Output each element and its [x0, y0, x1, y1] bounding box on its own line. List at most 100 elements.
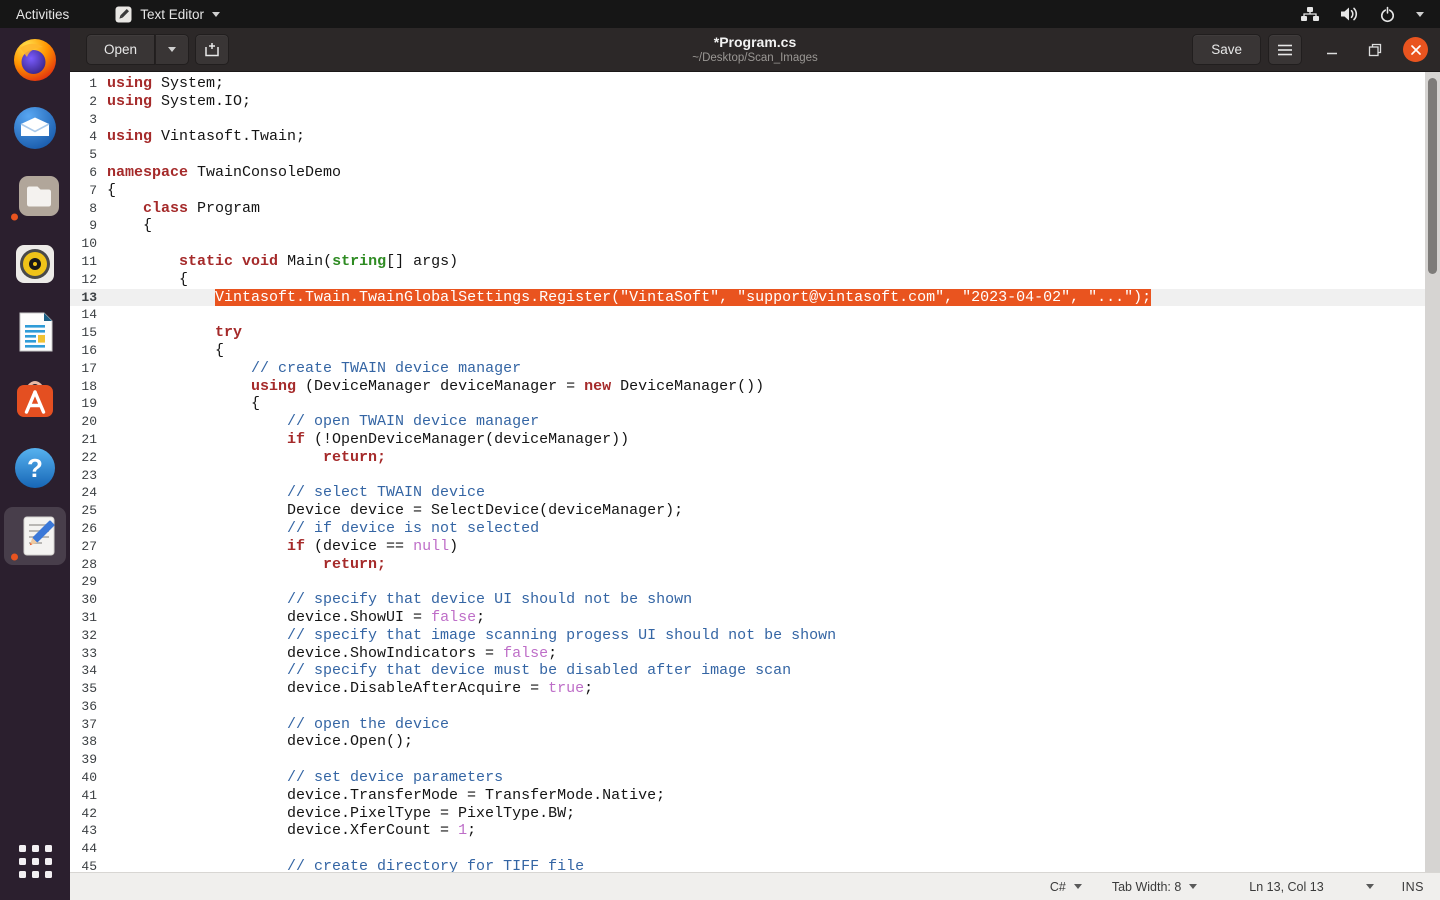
code-content: device.PixelType = PixelType.BW; [103, 805, 575, 823]
power-icon [1379, 6, 1396, 23]
code-line-41[interactable]: 41 device.TransferMode = TransferMode.Na… [70, 787, 1440, 805]
code-line-17[interactable]: 17 // create TWAIN device manager [70, 360, 1440, 378]
code-content: // specify that device UI should not be … [103, 591, 692, 609]
code-line-6[interactable]: 6namespace TwainConsoleDemo [70, 164, 1440, 182]
code-line-45[interactable]: 45 // create directory for TIFF file [70, 858, 1440, 872]
code-line-14[interactable]: 14 [70, 306, 1440, 324]
code-line-19[interactable]: 19 { [70, 395, 1440, 413]
line-number: 29 [70, 573, 103, 591]
minimize-button[interactable] [1319, 37, 1345, 63]
code-line-22[interactable]: 22 return; [70, 449, 1440, 467]
line-number: 23 [70, 467, 103, 485]
code-line-9[interactable]: 9 { [70, 217, 1440, 235]
code-content: class Program [103, 200, 260, 218]
system-status-area[interactable] [1300, 0, 1440, 28]
code-line-29[interactable]: 29 [70, 573, 1440, 591]
activities-button[interactable]: Activities [0, 0, 85, 28]
goto-line-dropdown[interactable] [1366, 884, 1374, 889]
code-line-12[interactable]: 12 { [70, 271, 1440, 289]
code-line-31[interactable]: 31 device.ShowUI = false; [70, 609, 1440, 627]
code-content: device.ShowUI = false; [103, 609, 485, 627]
dock-item-thunderbird[interactable] [0, 104, 70, 152]
dock-item-firefox[interactable] [0, 36, 70, 84]
menu-button[interactable] [1268, 34, 1302, 65]
open-split-button: Open [86, 34, 189, 65]
code-content: try [103, 324, 242, 342]
code-line-5[interactable]: 5 [70, 146, 1440, 164]
app-menu-button[interactable]: Text Editor [107, 0, 228, 28]
files-icon [15, 172, 63, 220]
code-line-42[interactable]: 42 device.PixelType = PixelType.BW; [70, 805, 1440, 823]
code-line-10[interactable]: 10 [70, 235, 1440, 253]
code-content: // open TWAIN device manager [103, 413, 539, 431]
cursor-position-label: Ln 13, Col 13 [1249, 880, 1323, 894]
maximize-button[interactable] [1362, 37, 1388, 63]
code-line-4[interactable]: 4using Vintasoft.Twain; [70, 128, 1440, 146]
new-document-button[interactable] [195, 34, 229, 65]
cursor-position[interactable]: Ln 13, Col 13 [1249, 880, 1323, 894]
code-line-8[interactable]: 8 class Program [70, 200, 1440, 218]
code-line-21[interactable]: 21 if (!OpenDeviceManager(deviceManager)… [70, 431, 1440, 449]
code-line-32[interactable]: 32 // specify that image scanning proges… [70, 627, 1440, 645]
vertical-scrollbar[interactable] [1425, 72, 1440, 872]
svg-text:?: ? [27, 453, 43, 483]
code-content: device.Open(); [103, 733, 413, 751]
code-line-13[interactable]: 13 Vintasoft.Twain.TwainGlobalSettings.R… [70, 289, 1440, 307]
code-line-36[interactable]: 36 [70, 698, 1440, 716]
code-line-39[interactable]: 39 [70, 751, 1440, 769]
code-line-44[interactable]: 44 [70, 840, 1440, 858]
dock-item-files[interactable] [0, 172, 70, 220]
gedit-icon [15, 512, 63, 560]
dock-item-rhythmbox[interactable] [0, 240, 70, 288]
dock-item-text-editor[interactable] [0, 512, 70, 560]
code-line-20[interactable]: 20 // open TWAIN device manager [70, 413, 1440, 431]
code-line-1[interactable]: 1using System; [70, 75, 1440, 93]
code-line-34[interactable]: 34 // specify that device must be disabl… [70, 662, 1440, 680]
tab-width-selector[interactable]: Tab Width: 8 [1112, 880, 1197, 894]
code-line-18[interactable]: 18 using (DeviceManager deviceManager = … [70, 378, 1440, 396]
code-line-24[interactable]: 24 // select TWAIN device [70, 484, 1440, 502]
open-dropdown-button[interactable] [155, 34, 189, 65]
code-line-3[interactable]: 3 [70, 111, 1440, 129]
app-menu-label: Text Editor [140, 7, 204, 22]
code-line-16[interactable]: 16 { [70, 342, 1440, 360]
code-line-7[interactable]: 7{ [70, 182, 1440, 200]
code-line-37[interactable]: 37 // open the device [70, 716, 1440, 734]
code-line-43[interactable]: 43 device.XferCount = 1; [70, 822, 1440, 840]
code-line-27[interactable]: 27 if (device == null) [70, 538, 1440, 556]
window-title-block: *Program.cs ~/Desktop/Scan_Images [692, 34, 818, 66]
line-number: 3 [70, 111, 103, 129]
code-line-33[interactable]: 33 device.ShowIndicators = false; [70, 645, 1440, 663]
line-number: 31 [70, 609, 103, 627]
close-icon [1410, 44, 1422, 56]
line-number: 1 [70, 75, 103, 93]
insert-mode-indicator[interactable]: INS [1402, 880, 1424, 894]
dock-item-help[interactable]: ? [0, 444, 70, 492]
headerbar: Open *Program.cs ~/Desktop/Scan_Images S… [70, 28, 1440, 72]
code-line-35[interactable]: 35 device.DisableAfterAcquire = true; [70, 680, 1440, 698]
code-line-26[interactable]: 26 // if device is not selected [70, 520, 1440, 538]
code-content: { [103, 342, 224, 360]
dock-item-ubuntu-software[interactable] [0, 376, 70, 424]
dock-item-libreoffice-writer[interactable] [0, 308, 70, 356]
open-button[interactable]: Open [86, 34, 155, 65]
app-grid-button[interactable] [19, 845, 52, 878]
close-button[interactable] [1403, 37, 1428, 62]
code-line-25[interactable]: 25 Device device = SelectDevice(deviceMa… [70, 502, 1440, 520]
code-line-38[interactable]: 38 device.Open(); [70, 733, 1440, 751]
language-selector[interactable]: C# [1050, 880, 1082, 894]
scrollbar-thumb[interactable] [1428, 78, 1437, 274]
code-line-40[interactable]: 40 // set device parameters [70, 769, 1440, 787]
line-number: 5 [70, 146, 103, 164]
code-line-15[interactable]: 15 try [70, 324, 1440, 342]
activities-label: Activities [16, 7, 69, 22]
code-line-2[interactable]: 2using System.IO; [70, 93, 1440, 111]
text-editor-view[interactable]: 1using System;2using System.IO;34using V… [70, 72, 1440, 872]
code-content: device.XferCount = 1; [103, 822, 476, 840]
code-line-23[interactable]: 23 [70, 467, 1440, 485]
save-button[interactable]: Save [1192, 34, 1261, 65]
code-line-28[interactable]: 28 return; [70, 556, 1440, 574]
code-line-30[interactable]: 30 // specify that device UI should not … [70, 591, 1440, 609]
code-line-11[interactable]: 11 static void Main(string[] args) [70, 253, 1440, 271]
line-number: 21 [70, 431, 103, 449]
